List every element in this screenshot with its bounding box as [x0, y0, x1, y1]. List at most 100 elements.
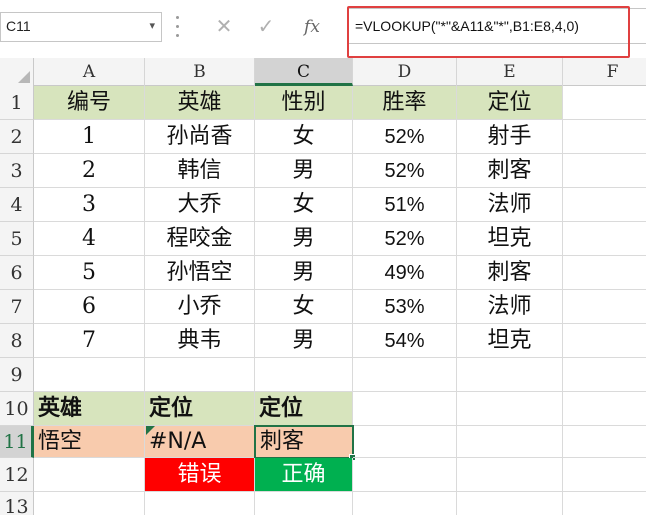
cell-e5[interactable]: 坦克	[457, 222, 563, 256]
row-header-9[interactable]: 9	[0, 358, 34, 392]
cell-f7[interactable]	[563, 290, 646, 324]
cell-f5[interactable]	[563, 222, 646, 256]
cell-a3[interactable]: 2	[34, 154, 145, 188]
cell-c13[interactable]	[255, 492, 353, 515]
cell-a1[interactable]: 编号	[34, 86, 145, 120]
cell-b2[interactable]: 孙尚香	[145, 120, 255, 154]
cell-c2[interactable]: 女	[255, 120, 353, 154]
cell-b12[interactable]: 错误	[145, 458, 255, 492]
cell-d6[interactable]: 49%	[353, 256, 457, 290]
cell-f10[interactable]	[563, 392, 646, 426]
drag-handle-icon[interactable]	[172, 10, 182, 42]
cell-a13[interactable]	[34, 492, 145, 515]
enter-icon[interactable]: ✓	[246, 12, 286, 42]
cell-c5[interactable]: 男	[255, 222, 353, 256]
cell-d4[interactable]: 51%	[353, 188, 457, 222]
cell-f9[interactable]	[563, 358, 646, 392]
cell-d2[interactable]: 52%	[353, 120, 457, 154]
cell-d11[interactable]	[353, 426, 457, 458]
chevron-down-icon[interactable]: ▾	[149, 19, 155, 32]
cell-c8[interactable]: 男	[255, 324, 353, 358]
cell-a5[interactable]: 4	[34, 222, 145, 256]
insert-function-button[interactable]: fx	[292, 12, 332, 42]
cell-c7[interactable]: 女	[255, 290, 353, 324]
cell-e7[interactable]: 法师	[457, 290, 563, 324]
row-header-7[interactable]: 7	[0, 290, 34, 324]
column-header-d[interactable]: D	[353, 58, 457, 86]
cell-e6[interactable]: 刺客	[457, 256, 563, 290]
cell-a7[interactable]: 6	[34, 290, 145, 324]
cell-d3[interactable]: 52%	[353, 154, 457, 188]
cell-b7[interactable]: 小乔	[145, 290, 255, 324]
row-header-10[interactable]: 10	[0, 392, 34, 426]
cell-e13[interactable]	[457, 492, 563, 515]
cell-a8[interactable]: 7	[34, 324, 145, 358]
error-indicator-icon[interactable]	[146, 426, 155, 435]
cell-f1[interactable]	[563, 86, 646, 120]
row-header-1[interactable]: 1	[0, 86, 34, 120]
cell-f2[interactable]	[563, 120, 646, 154]
cell-b5[interactable]: 程咬金	[145, 222, 255, 256]
cell-f12[interactable]	[563, 458, 646, 492]
row-header-12[interactable]: 12	[0, 458, 34, 492]
row-header-6[interactable]: 6	[0, 256, 34, 290]
cell-c6[interactable]: 男	[255, 256, 353, 290]
cell-e9[interactable]	[457, 358, 563, 392]
cell-d9[interactable]	[353, 358, 457, 392]
cell-e12[interactable]	[457, 458, 563, 492]
cell-b10[interactable]: 定位	[145, 392, 255, 426]
name-box[interactable]: C11 ▾	[0, 12, 162, 42]
cell-c3[interactable]: 男	[255, 154, 353, 188]
cell-e11[interactable]	[457, 426, 563, 458]
row-header-5[interactable]: 5	[0, 222, 34, 256]
column-header-b[interactable]: B	[145, 58, 255, 86]
cell-a12[interactable]	[34, 458, 145, 492]
cell-c12[interactable]: 正确	[255, 458, 353, 492]
cell-f6[interactable]	[563, 256, 646, 290]
cell-a11[interactable]: 悟空	[34, 426, 145, 458]
cell-d12[interactable]	[353, 458, 457, 492]
cell-b11[interactable]: #N/A	[145, 426, 255, 458]
select-all-button[interactable]	[0, 58, 34, 86]
cell-d10[interactable]	[353, 392, 457, 426]
cell-a6[interactable]: 5	[34, 256, 145, 290]
row-header-11[interactable]: 11	[0, 426, 34, 458]
cell-a2[interactable]: 1	[34, 120, 145, 154]
cell-d1[interactable]: 胜率	[353, 86, 457, 120]
cell-a9[interactable]	[34, 358, 145, 392]
cell-b9[interactable]	[145, 358, 255, 392]
cell-d8[interactable]: 54%	[353, 324, 457, 358]
row-header-8[interactable]: 8	[0, 324, 34, 358]
cell-f8[interactable]	[563, 324, 646, 358]
cell-b6[interactable]: 孙悟空	[145, 256, 255, 290]
row-header-2[interactable]: 2	[0, 120, 34, 154]
cell-c1[interactable]: 性别	[255, 86, 353, 120]
column-header-a[interactable]: A	[34, 58, 145, 86]
cell-f11[interactable]	[563, 426, 646, 458]
cell-f4[interactable]	[563, 188, 646, 222]
cell-b4[interactable]: 大乔	[145, 188, 255, 222]
cell-c11[interactable]: 刺客	[254, 425, 354, 459]
cell-f3[interactable]	[563, 154, 646, 188]
cell-b3[interactable]: 韩信	[145, 154, 255, 188]
cell-c9[interactable]	[255, 358, 353, 392]
cancel-icon[interactable]: ✕	[204, 12, 244, 42]
cell-c4[interactable]: 女	[255, 188, 353, 222]
row-header-3[interactable]: 3	[0, 154, 34, 188]
cell-c10[interactable]: 定位	[255, 392, 353, 426]
row-header-13[interactable]: 13	[0, 492, 34, 515]
cell-d5[interactable]: 52%	[353, 222, 457, 256]
cell-e1[interactable]: 定位	[457, 86, 563, 120]
cell-d7[interactable]: 53%	[353, 290, 457, 324]
cell-e2[interactable]: 射手	[457, 120, 563, 154]
cell-d13[interactable]	[353, 492, 457, 515]
cell-b1[interactable]: 英雄	[145, 86, 255, 120]
column-header-f[interactable]: F	[563, 58, 646, 86]
cell-e4[interactable]: 法师	[457, 188, 563, 222]
cell-a4[interactable]: 3	[34, 188, 145, 222]
row-header-4[interactable]: 4	[0, 188, 34, 222]
cell-e3[interactable]: 刺客	[457, 154, 563, 188]
cell-f13[interactable]	[563, 492, 646, 515]
cell-a10[interactable]: 英雄	[34, 392, 145, 426]
column-header-e[interactable]: E	[457, 58, 563, 86]
